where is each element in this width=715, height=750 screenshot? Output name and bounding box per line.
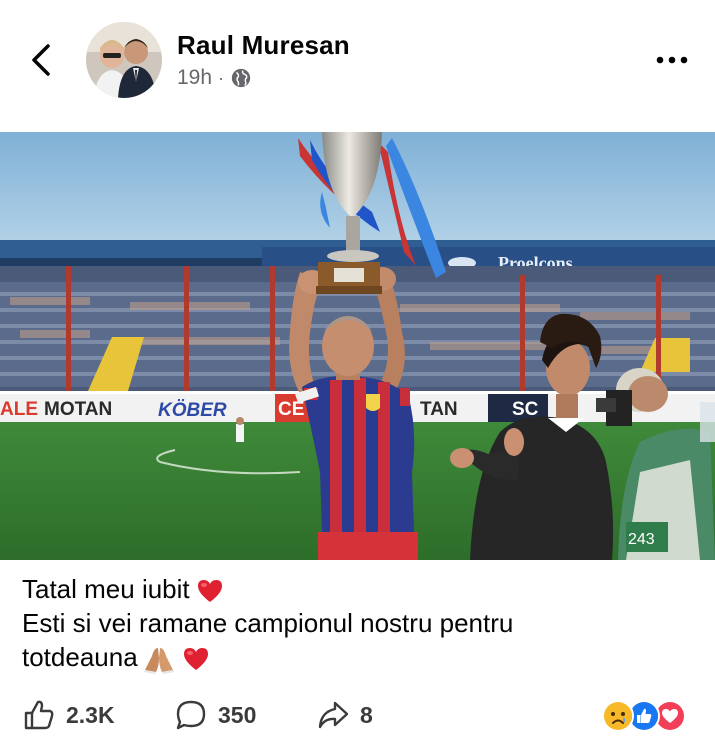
cameraman-bib-number: 243 [628,531,655,548]
chevron-left-icon [32,44,50,76]
post-caption: Tatal meu iubit Esti si vei ramane campi… [22,572,702,675]
comment-count: 350 [218,701,257,728]
sad-reaction-icon [602,700,634,732]
caption-line-1: Tatal meu iubit [22,572,702,606]
globe-icon [231,68,251,88]
like-count: 2.3K [66,701,115,728]
caption-line-2: Esti si vei ramane campionul nostru pent… [22,608,514,638]
ad-board-text-6: SC [512,399,539,420]
post-actions-bar: 2.3K 350 8 [0,690,715,742]
more-options-button[interactable] [652,50,692,70]
ad-board-text-1: ALE [0,399,38,420]
post-meta: 19h · [177,66,252,90]
share-count: 8 [360,701,373,728]
share-arrow-icon [318,701,349,729]
meta-separator: · [218,67,225,88]
reaction-summary[interactable] [602,700,698,732]
author-avatar[interactable] [86,22,162,98]
caption-line-3: totdeauna [22,640,702,675]
post-header: Raul Muresan 19h · [0,0,715,130]
comment-bubble-icon [176,700,206,730]
ad-board-text-3: KÖBER [158,400,227,421]
thumbs-up-icon [24,700,54,730]
post-photo[interactable]: Proelcons ALE MOTAN KÖBER CE TAN SC 243 [0,132,715,560]
like-button[interactable]: 2.3K [22,698,115,732]
caption-text-1: Tatal meu iubit [22,574,190,604]
comment-button[interactable]: 350 [174,698,256,732]
folded-hands-emoji-icon [143,648,174,675]
red-heart-emoji-icon [197,580,222,603]
red-heart-emoji-icon [183,648,208,671]
stadium-trophy-image: Proelcons ALE MOTAN KÖBER CE TAN SC 243 [0,132,715,560]
more-dots-icon [656,56,688,64]
share-button[interactable]: 8 [316,698,373,732]
author-name[interactable]: Raul Muresan [177,30,350,61]
ad-board-text-2: MOTAN [44,399,112,420]
caption-text-3: totdeauna [22,642,138,672]
ad-board-text-5: TAN [420,399,458,420]
post-time[interactable]: 19h [177,66,212,90]
back-button[interactable] [26,40,56,80]
